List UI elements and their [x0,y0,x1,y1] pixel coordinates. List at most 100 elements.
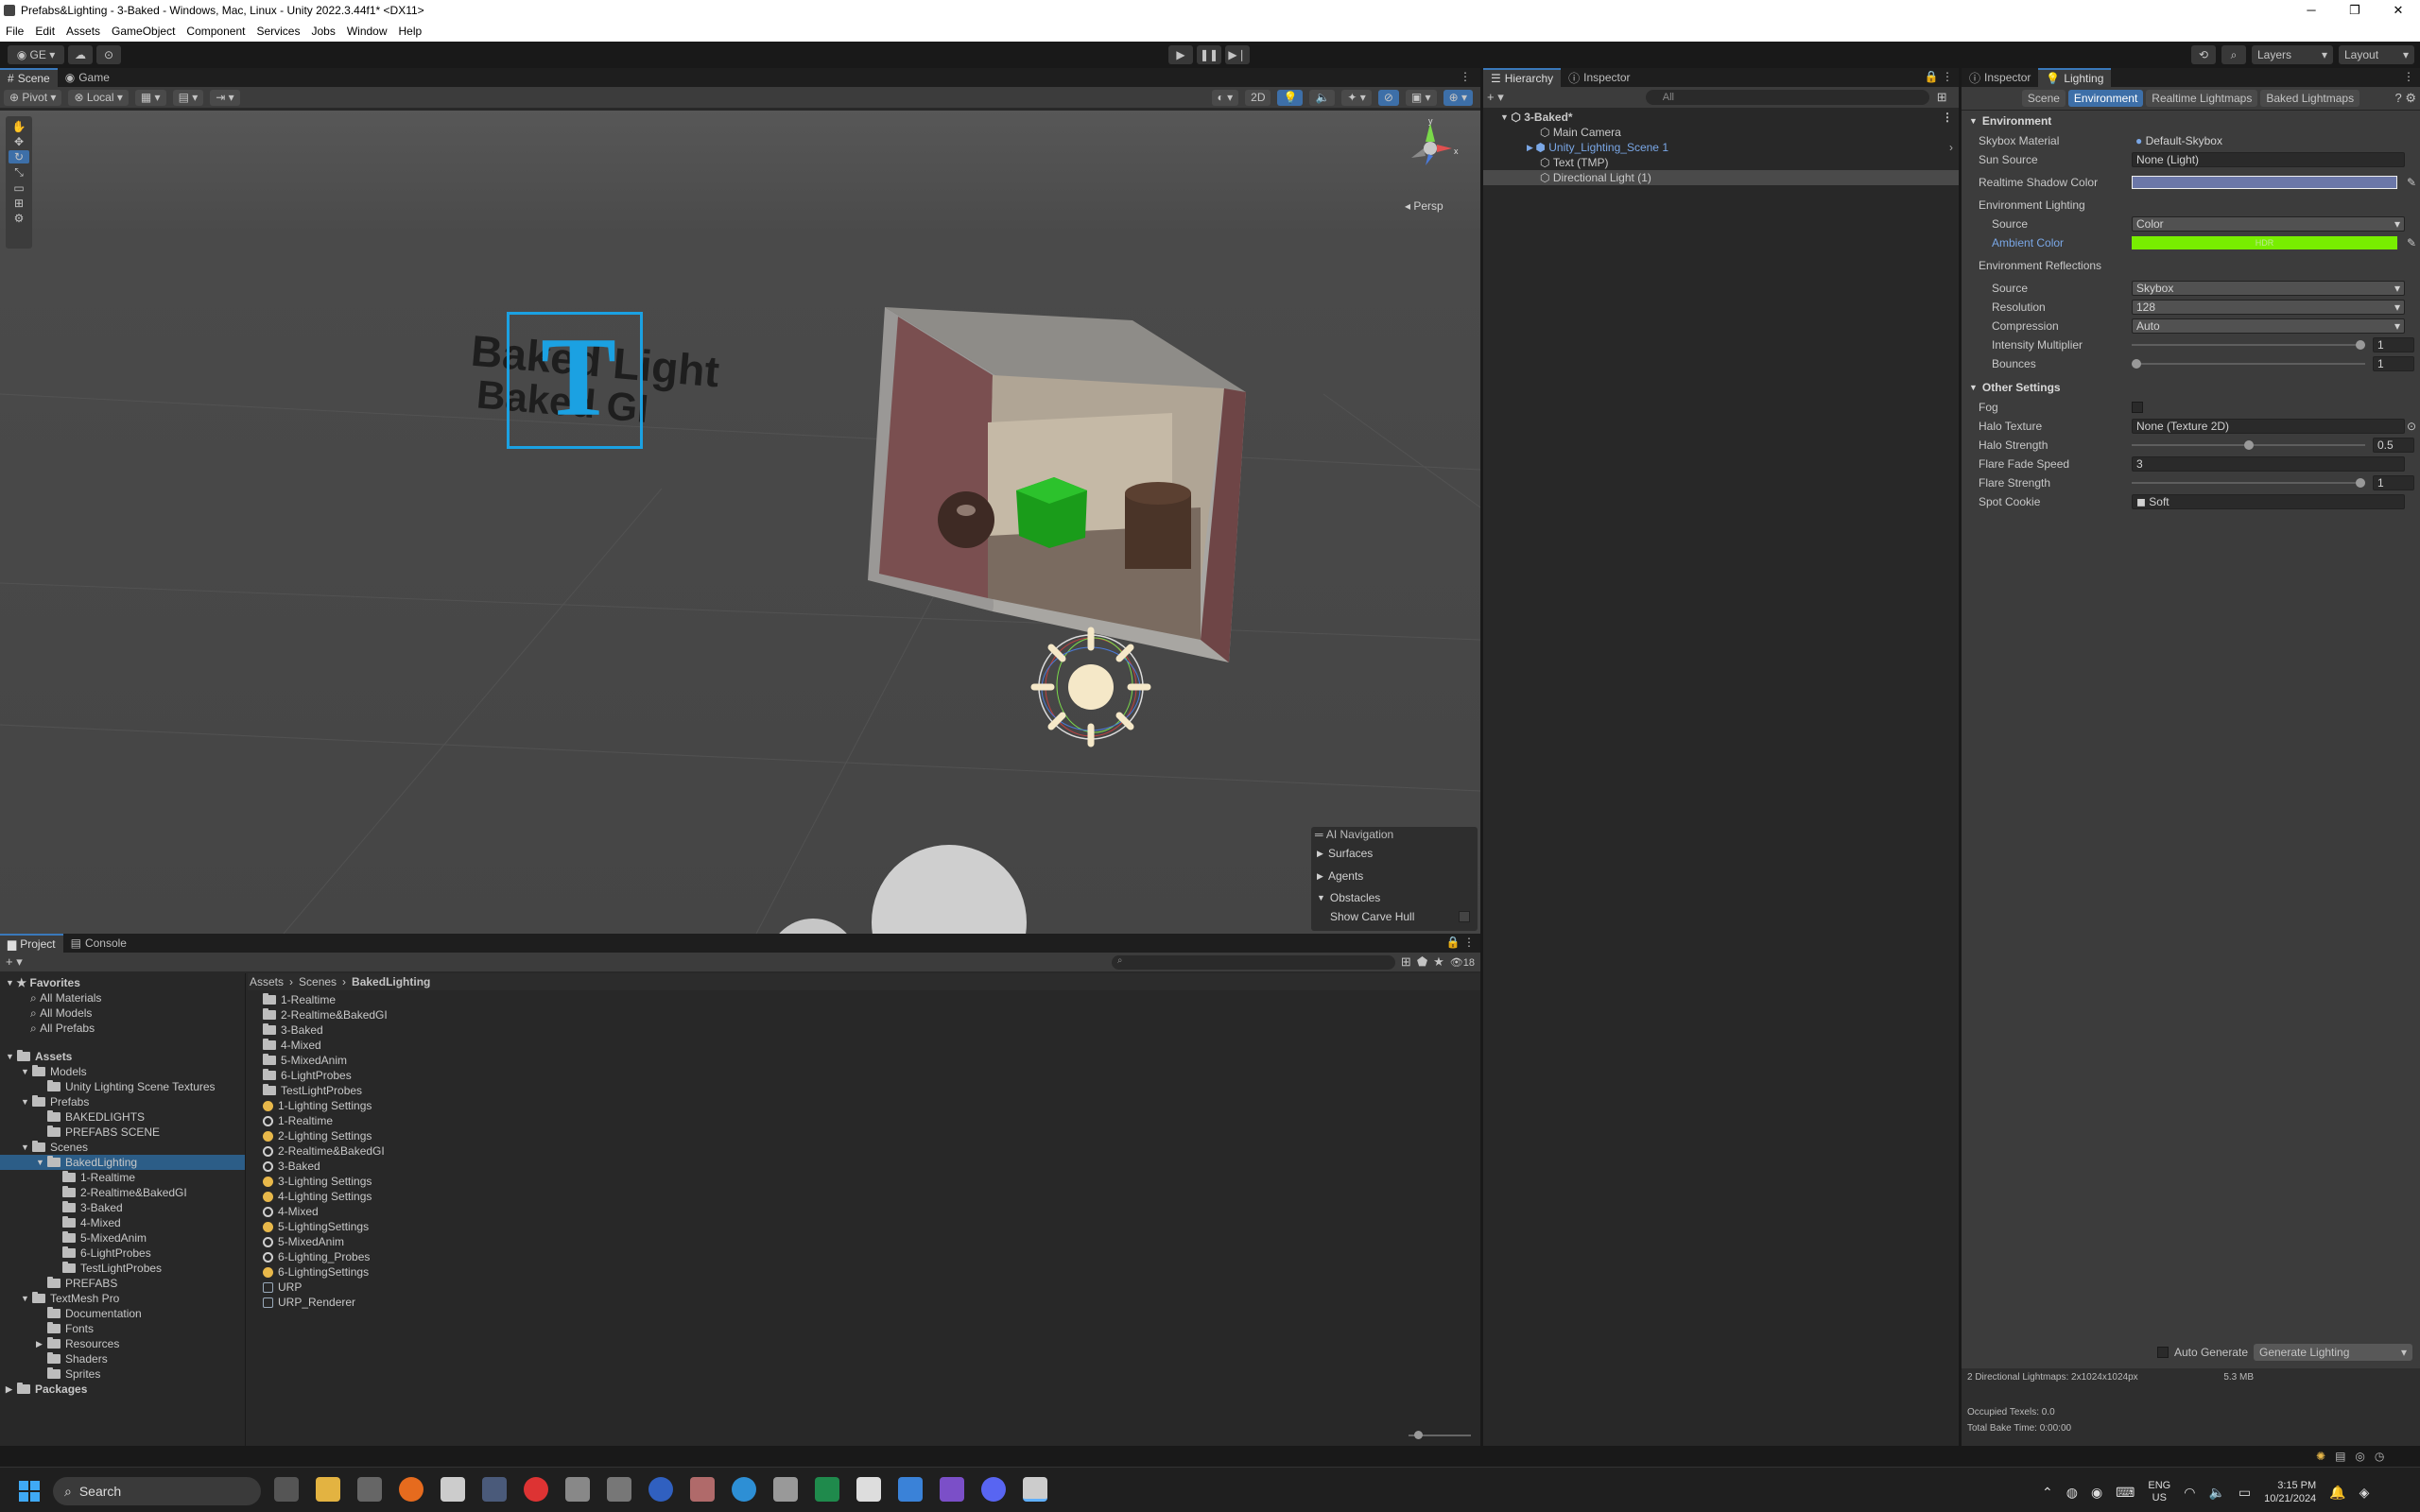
chevron-icon[interactable]: ▼ [36,1158,47,1167]
tray-app-icon[interactable]: ◉ [2091,1485,2102,1501]
grid-toggle-button[interactable]: ▤ ▾ [172,89,204,106]
tab-scene[interactable]: # Scene [0,68,58,87]
layout-dropdown[interactable]: Layout ▾ [2339,45,2414,64]
chevron-icon[interactable]: ▼ [21,1097,32,1107]
volume-icon[interactable]: 🔈 [2208,1485,2224,1501]
projection-label[interactable]: ◂ Persp [1405,199,1443,213]
tree-item[interactable]: PREFABS SCENE [0,1125,245,1140]
eyedropper-icon[interactable]: ✎ [2407,236,2420,249]
visual-studio-icon[interactable] [940,1477,964,1502]
generate-lighting-button[interactable]: Generate Lighting ▾ [2254,1344,2412,1361]
tree-item[interactable]: BAKEDLIGHTS [0,1109,245,1125]
tray-app-icon[interactable]: ◍ [2066,1485,2078,1501]
intensity-input[interactable]: 1 [2373,337,2414,352]
tree-item[interactable]: ▼ TextMesh Pro [0,1291,245,1306]
bounces-input[interactable]: 1 [2373,356,2414,371]
save-search-icon[interactable]: ★ [1433,954,1444,970]
directional-light-gizmo[interactable] [1025,621,1157,753]
help-icon[interactable]: ? ⚙ [2395,91,2417,106]
search-by-label-icon[interactable]: ⬟ [1417,954,1427,970]
firefox-icon[interactable] [399,1477,424,1502]
minimize-button[interactable]: ─ [2290,3,2333,18]
search-by-type-icon[interactable]: ⊞ [1401,954,1411,970]
undo-history-button[interactable]: ⟲ [2191,45,2216,64]
tree-item[interactable]: Fonts [0,1321,245,1336]
tree-item[interactable]: Unity Lighting Scene Textures [0,1079,245,1094]
breadcrumb-assets[interactable]: Assets [250,975,284,988]
file-item[interactable]: 6-Lighting_Probes [263,1249,1208,1264]
chevron-icon[interactable]: ▼ [21,1143,32,1152]
file-item[interactable]: 6-LightProbes [263,1068,1208,1083]
menu-window[interactable]: Window [341,25,393,38]
object-picker-icon[interactable]: ⊙ [2407,420,2416,433]
overlay-item-surfaces[interactable]: ▶ Surfaces [1311,842,1478,865]
audio-toggle-button[interactable]: 🔈 [1309,89,1336,106]
notepad-icon[interactable] [898,1477,923,1502]
subtab-realtime-lightmaps[interactable]: Realtime Lightmaps [2146,90,2258,107]
slider-handle[interactable] [2243,440,2254,450]
play-button[interactable]: ▶ [1168,45,1193,64]
fog-checkbox[interactable] [2132,402,2143,413]
language-indicator[interactable]: ENG US [2148,1480,2170,1504]
breadcrumb-scenes[interactable]: Scenes [299,975,337,988]
pause-button[interactable]: ❚❚ [1197,45,1221,64]
toggle-2d-button[interactable]: 2D [1245,89,1271,106]
project-search-input[interactable]: ⌕ [1111,954,1395,970]
overlay-item-agents[interactable]: ▶ Agents [1311,865,1478,887]
compression-dropdown[interactable]: Auto ▾ [2132,318,2405,334]
menu-gameobject[interactable]: GameObject [106,25,181,38]
lighting-toggle-button[interactable]: 💡 [1277,89,1304,106]
auto-generate-checkbox[interactable] [2156,1347,2169,1358]
zoom-slider-handle[interactable] [1414,1431,1423,1439]
app-icon[interactable] [607,1477,631,1502]
file-item[interactable]: 1-Realtime [263,1113,1208,1128]
tab-project[interactable]: ▆ Project [0,934,63,953]
file-item[interactable]: 4-Mixed [263,1038,1208,1053]
grid-snap-button[interactable]: ▦ ▾ [134,89,166,106]
hierarchy-item-lighting-scene[interactable]: ▶ ⬢ Unity_Lighting_Scene 1 › [1483,140,1959,155]
lock-icon[interactable]: 🔒 ⋮ [1446,936,1480,953]
progress-icon[interactable]: ◷ [2375,1450,2384,1463]
ambient-color-swatch[interactable]: HDR [2132,236,2397,249]
menu-assets[interactable]: Assets [60,25,106,38]
tab-inspector[interactable]: ⓘ Inspector [1962,68,2038,87]
account-dropdown[interactable]: ◉ GE ▾ [8,45,64,64]
file-item[interactable]: 4-Mixed [263,1204,1208,1219]
menu-services[interactable]: Services [251,25,305,38]
rotate-tool-icon[interactable]: ↻ [9,150,29,163]
file-item[interactable]: 5-LightingSettings [263,1219,1208,1234]
chevron-up-icon[interactable]: ⌃ [2042,1485,2053,1501]
file-item[interactable]: 2-Realtime&BakedGI [263,1007,1208,1022]
slider-handle[interactable] [2132,359,2141,369]
more-menu-icon[interactable]: ⋮ [1460,70,1480,87]
chevron-icon[interactable]: ▼ [6,1052,17,1061]
tree-item[interactable]: ▼ Prefabs [0,1094,245,1109]
tree-item[interactable]: Sprites [0,1366,245,1382]
layers-dropdown[interactable]: Layers ▾ [2252,45,2333,64]
chevron-icon[interactable]: ▼ [21,1294,32,1303]
effects-button[interactable]: ✦ ▾ [1341,89,1372,106]
show-carve-hull-checkbox[interactable] [1459,911,1470,922]
step-button[interactable]: ▶❘ [1225,45,1250,64]
tree-item[interactable]: Shaders [0,1351,245,1366]
file-item[interactable]: 2-Realtime&BakedGI [263,1143,1208,1159]
app-icon[interactable] [441,1477,465,1502]
search-button[interactable]: ⌕ [2221,45,2246,64]
intensity-slider[interactable] [2132,338,2365,352]
tree-item[interactable]: ▶ Resources [0,1336,245,1351]
app-icon[interactable] [690,1477,715,1502]
menu-jobs[interactable]: Jobs [305,25,340,38]
hierarchy-item-main-camera[interactable]: ⬡ Main Camera [1483,125,1959,140]
fav-all-prefabs[interactable]: ⌕ All Prefabs [0,1021,245,1036]
notification-icon[interactable]: 🔔 [2329,1485,2345,1501]
tab-hierarchy[interactable]: ☰ Hierarchy [1483,68,1562,87]
orientation-gizmo[interactable]: x y [1397,118,1463,175]
flare-strength-input[interactable]: 1 [2373,475,2414,490]
tree-item[interactable]: 1-Realtime [0,1170,245,1185]
file-item[interactable]: 3-Baked [263,1159,1208,1174]
local-dropdown[interactable]: ⊗ Local ▾ [68,89,129,106]
app-icon[interactable] [524,1477,548,1502]
env-source-dropdown[interactable]: Color ▾ [2132,216,2405,232]
camera-settings-button[interactable]: ▣ ▾ [1405,89,1437,106]
copilot-icon[interactable]: ◈ [2360,1485,2370,1501]
